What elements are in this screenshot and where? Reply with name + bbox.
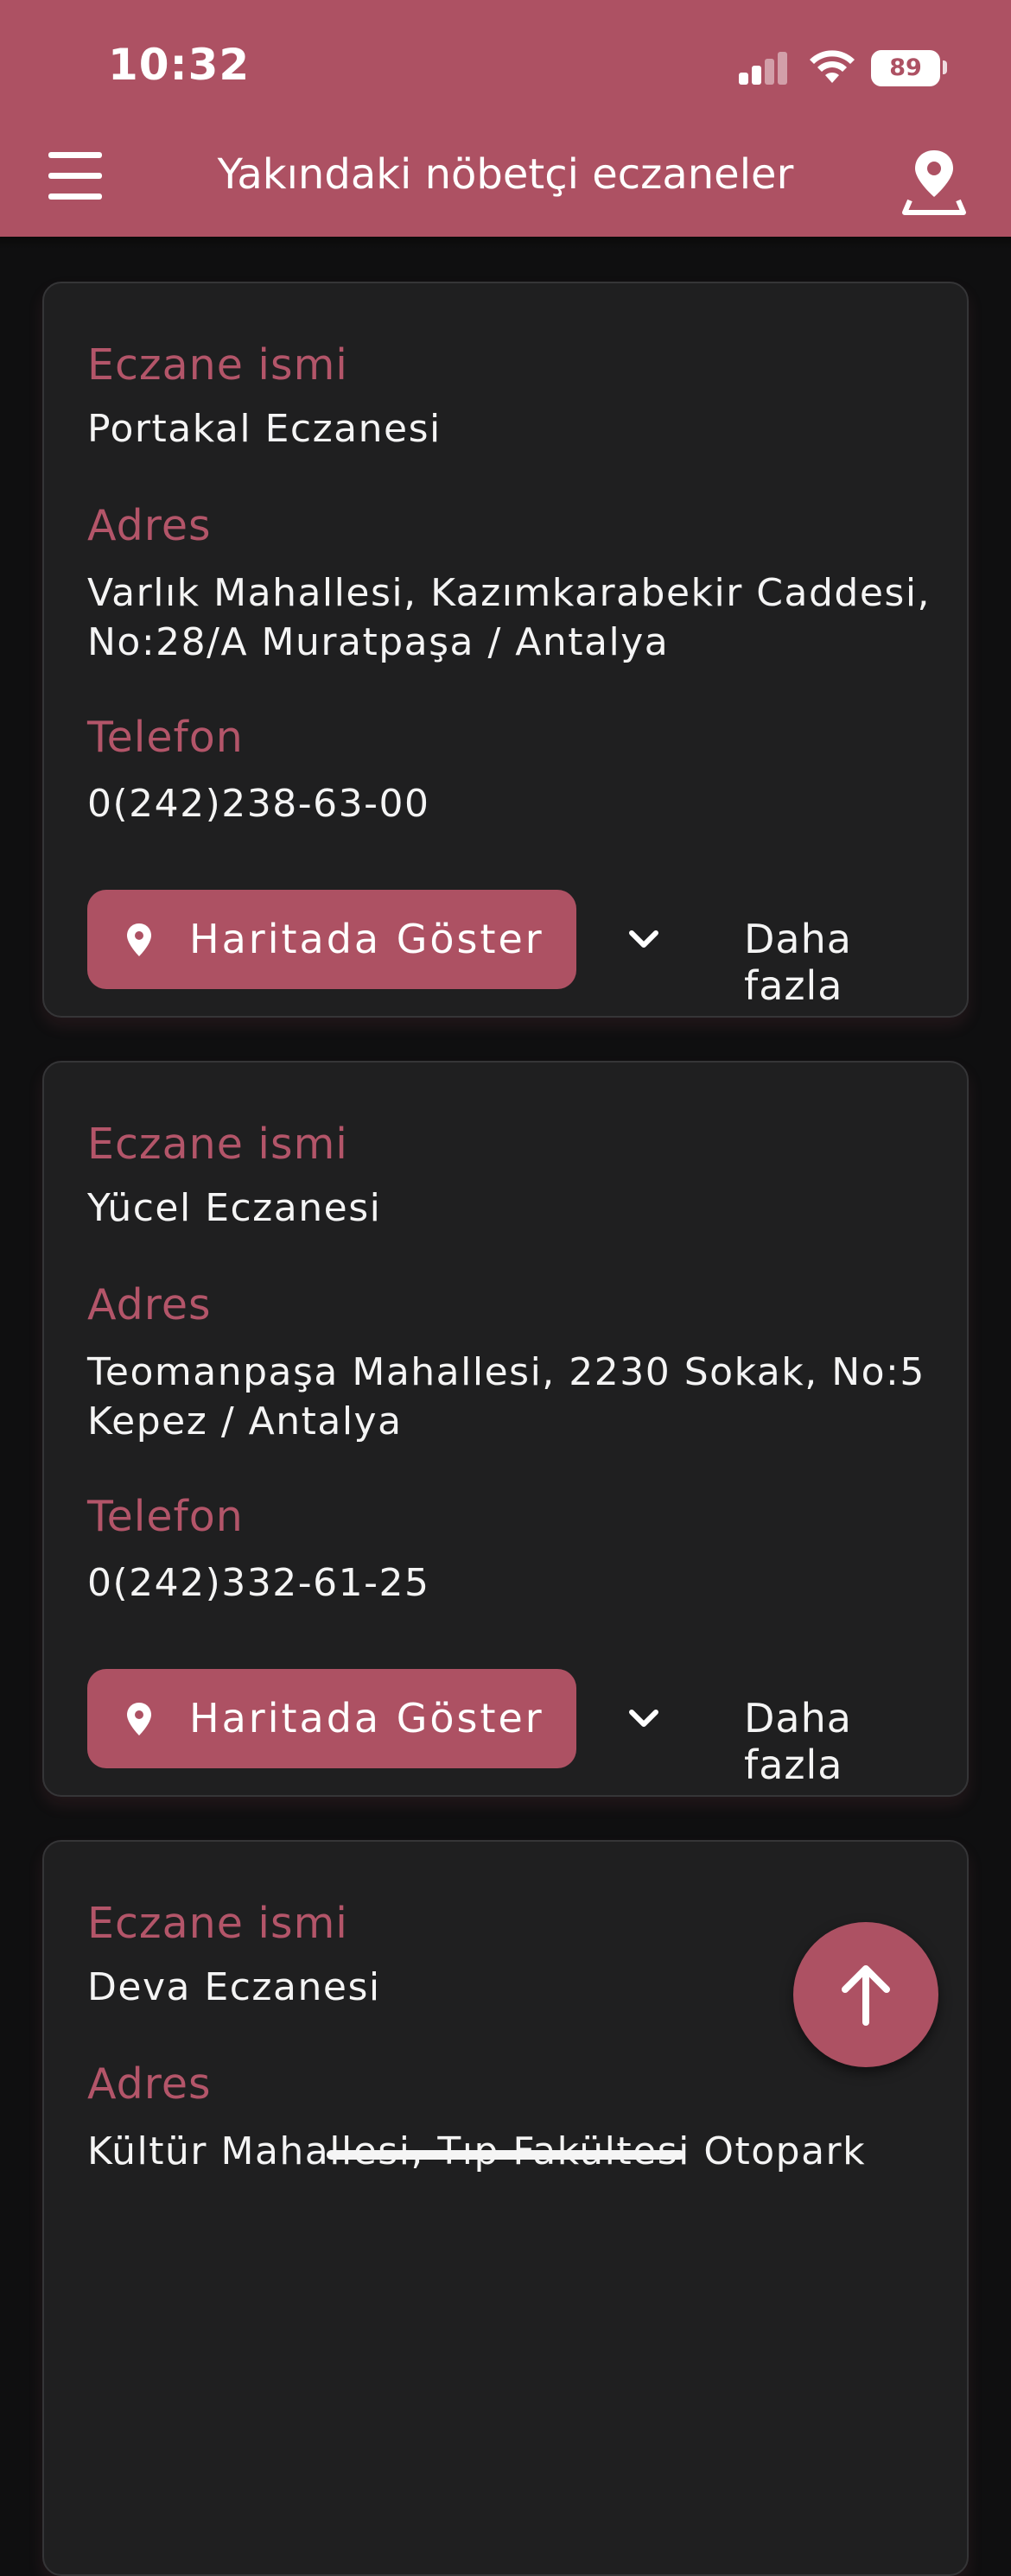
wifi-icon — [810, 50, 855, 83]
address-label: Adres — [87, 501, 212, 550]
more-button[interactable]: Daha fazla — [614, 1669, 943, 1788]
pharmacy-phone[interactable]: 0(242)332-61-25 — [87, 1558, 951, 1608]
phone-label: Telefon — [87, 713, 244, 762]
location-pin-icon[interactable] — [901, 147, 967, 216]
phone-label: Telefon — [87, 1492, 244, 1541]
name-label: Eczane ismi — [87, 1899, 348, 1948]
header-shadow — [0, 237, 1011, 249]
more-label: Daha fazla — [744, 1695, 852, 1788]
show-on-map-label: Haritada Göster — [189, 1695, 544, 1742]
pharmacy-address-line2: Kepez / Antalya — [87, 1399, 403, 1443]
address-label: Adres — [87, 2059, 212, 2109]
pharmacy-phone[interactable]: 0(242)238-63-00 — [87, 779, 951, 828]
pharmacy-address-line1: Varlık Mahallesi, Kazımkarabekir Caddesi… — [87, 571, 932, 615]
pharmacy-card: Eczane ismi Yücel Eczanesi Adres Teomanp… — [42, 1061, 969, 1797]
pharmacy-name: Portakal Eczanesi — [87, 407, 442, 451]
arrow-up-icon — [842, 1965, 890, 2026]
cellular-signal-icon — [739, 50, 791, 85]
home-indicator — [327, 2150, 684, 2160]
app-header: 10:32 89 Yakındaki nöbetçi eczaneler — [0, 0, 1011, 237]
chevron-down-icon — [629, 1710, 658, 1727]
address-label: Adres — [87, 1280, 212, 1329]
show-on-map-button[interactable]: Haritada Göster — [87, 890, 576, 989]
page-title: Yakındaki nöbetçi eczaneler — [217, 150, 794, 199]
pharmacy-address-line2: No:28/A Muratpaşa / Antalya — [87, 620, 670, 664]
chevron-down-icon — [629, 930, 658, 948]
show-on-map-button[interactable]: Haritada Göster — [87, 1669, 576, 1768]
name-label: Eczane ismi — [87, 1120, 348, 1169]
pharmacy-card: Eczane ismi Portakal Eczanesi Adres Varl… — [42, 282, 969, 1018]
more-label: Daha fazla — [744, 916, 852, 1009]
status-time: 10:32 — [108, 40, 251, 90]
battery-indicator: 89 — [871, 50, 940, 86]
pharmacy-name: Yücel Eczanesi — [87, 1186, 382, 1230]
scroll-to-top-button[interactable] — [793, 1922, 938, 2067]
more-button[interactable]: Daha fazla — [614, 890, 943, 1009]
map-pin-icon — [127, 923, 151, 956]
pharmacy-address-line1: Teomanpaşa Mahallesi, 2230 Sokak, No:5 — [87, 1350, 925, 1394]
map-pin-icon — [127, 1703, 151, 1735]
show-on-map-label: Haritada Göster — [189, 916, 544, 962]
battery-nub — [943, 60, 947, 74]
name-label: Eczane ismi — [87, 340, 348, 390]
